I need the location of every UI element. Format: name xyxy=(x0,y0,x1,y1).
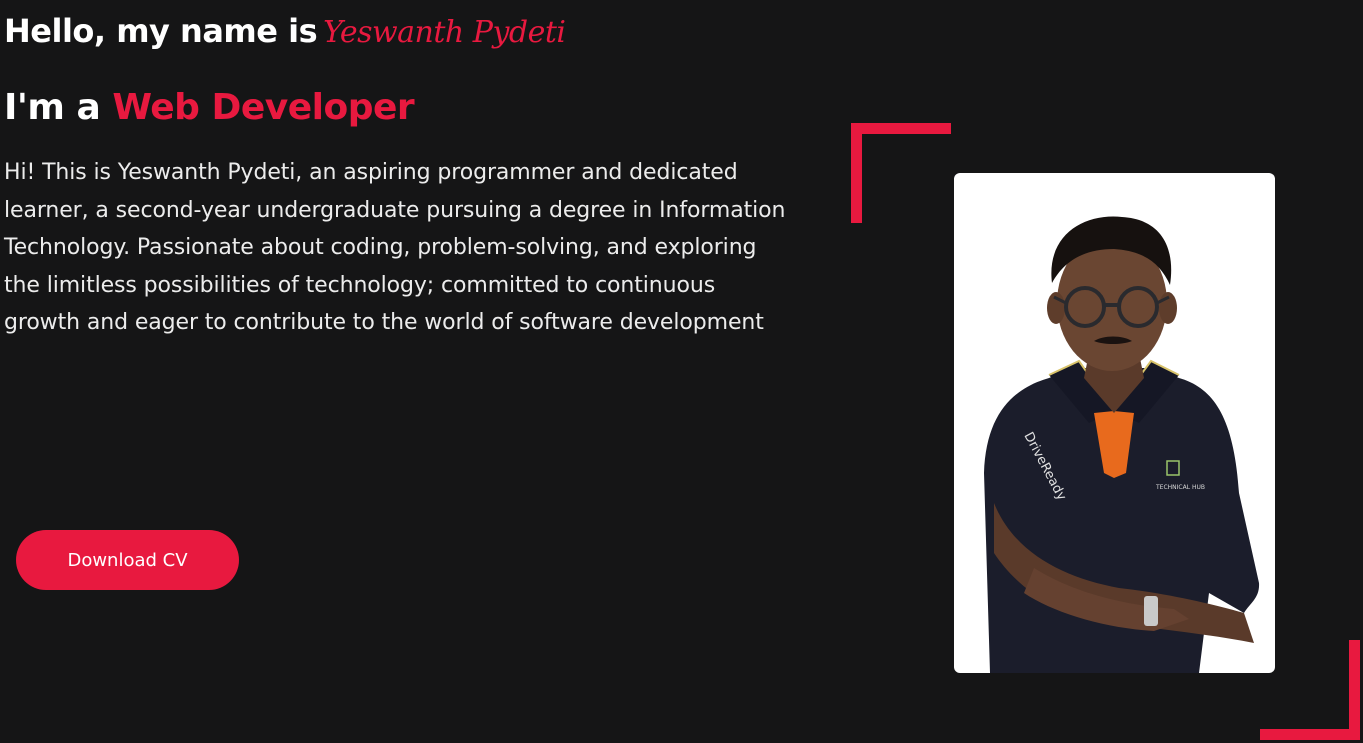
name-script: Yeswanth Pydeti xyxy=(323,15,566,50)
decorative-corner-top-left xyxy=(851,123,951,223)
bio-paragraph: Hi! This is Yeswanth Pydeti, an aspiring… xyxy=(4,160,786,335)
role-prefix: I'm a xyxy=(4,87,101,128)
role-title: Web Developer xyxy=(112,87,415,128)
portrait-illustration: DriveReady TECHNICAL HUB xyxy=(984,216,1260,673)
hero-section: Hello, my name is Yeswanth Pydeti I'm a W… xyxy=(0,0,1363,743)
role-heading: I'm a Web Developer xyxy=(4,84,415,132)
download-cv-button[interactable]: Download CV xyxy=(16,530,239,590)
decorative-corner-bottom-right xyxy=(1260,640,1360,740)
greeting-heading: Hello, my name is Yeswanth Pydeti xyxy=(4,8,566,56)
profile-photo: DriveReady TECHNICAL HUB xyxy=(954,173,1275,673)
greeting-prefix: Hello, my name is xyxy=(4,12,318,50)
shirt-badge-text: TECHNICAL HUB xyxy=(1155,484,1205,491)
